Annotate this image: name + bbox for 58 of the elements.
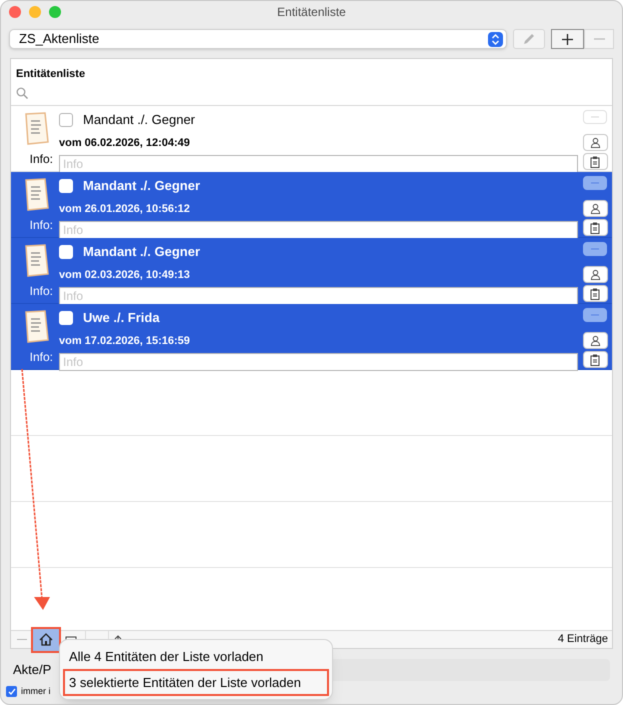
menu-item[interactable]: Alle 4 Entitäten der Liste vorladen [65,645,327,668]
menu-item[interactable]: 3 selektierte Entitäten der Liste vorladen [65,670,327,694]
document-icon [23,244,51,278]
home-button[interactable] [33,628,59,650]
always-checkbox-label: immer i [21,685,50,698]
minus-icon [594,38,604,40]
person-icon [590,269,600,280]
dropdown-stepper-icon [488,32,503,46]
person-button[interactable] [582,332,608,349]
document-icon [23,310,51,344]
entry-title: Mandant ./. Gegner [83,243,200,261]
info-field[interactable]: Info [59,155,578,173]
search-icon[interactable] [16,86,28,98]
document-icon [23,112,51,146]
add-button[interactable] [551,29,584,49]
person-icon [590,203,600,214]
plus-icon [562,34,573,44]
entry-date: vom 26.01.2026, 10:56:12 [59,202,191,216]
home-icon [39,633,53,646]
entry-date: vom 17.02.2026, 15:16:59 [59,334,191,348]
list-row[interactable]: Info: Mandant ./. Gegner vom 26.01.2026, 10:56:12 Info — [11,172,612,238]
person-icon [590,335,600,346]
window-title: Entitätenliste [277,4,346,21]
clipboard-button[interactable] [582,351,608,368]
entry-date: vom 06.02.2026, 12:04:49 [59,136,191,150]
info-field[interactable]: Info [59,353,578,371]
document-icon [23,178,51,212]
person-button[interactable] [582,134,608,151]
list-row[interactable]: Info: Uwe ./. Frida vom 17.02.2026, 15:16:59 Info — [11,304,612,370]
entry-count: 4 Einträge [558,632,609,648]
clipboard-icon [590,354,600,366]
clipboard-icon [590,222,600,234]
panel-header: Entitätenliste [16,67,86,82]
pencil-icon [523,33,535,45]
clipboard-button[interactable] [582,153,608,170]
clipboard-icon [590,288,600,300]
entry-title: Uwe ./. Frida [83,309,160,327]
list-dropdown[interactable]: ZS_Aktenliste [9,29,507,49]
info-label: Info: [30,217,53,234]
close-button[interactable] [9,6,21,18]
checkbox[interactable] [59,112,73,127]
always-checkbox[interactable] [6,686,17,698]
entry-title: Mandant ./. Gegner [83,111,196,129]
list-row[interactable]: Info: Mandant ./. Gegner vom 02.03.2026, 10:49:13 Info — [11,238,612,304]
akte-label: Akte/P [13,661,52,680]
info-label: Info: [30,349,53,366]
info-field[interactable]: Info [59,287,578,305]
person-button[interactable] [582,266,608,283]
clipboard-button[interactable] [582,285,608,302]
person-button[interactable] [582,200,608,217]
person-icon [590,137,600,148]
clipboard-button[interactable] [582,219,608,236]
info-field[interactable]: Info [59,221,578,239]
clipboard-icon [590,156,600,168]
info-label: Info: [30,283,53,300]
entry-date: vom 02.03.2026, 10:49:13 [59,268,191,282]
info-label: Info: [30,151,53,168]
entry-title: Mandant ./. Gegner [83,177,200,195]
